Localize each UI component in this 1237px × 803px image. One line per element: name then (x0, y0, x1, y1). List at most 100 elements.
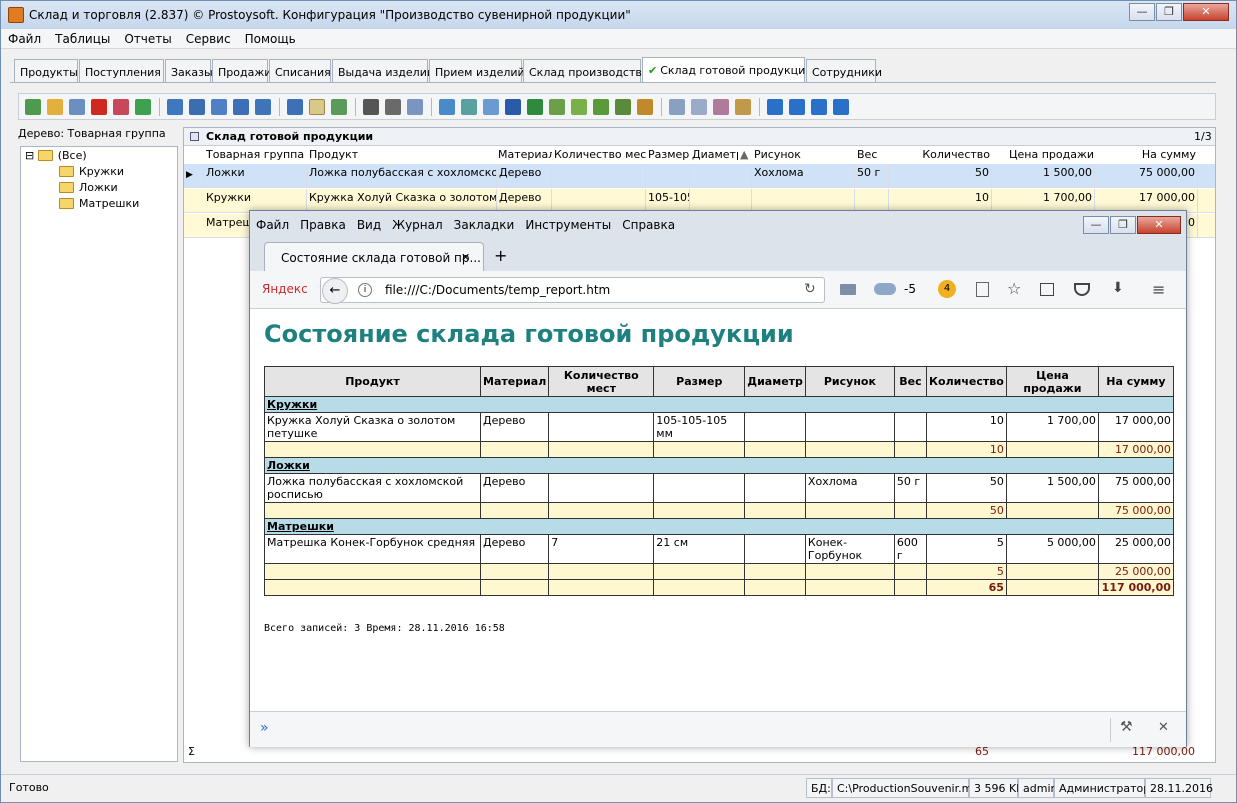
tree-item-mugs[interactable]: Кружки (59, 165, 124, 178)
menu-help[interactable]: Помощь (238, 29, 303, 46)
tree-root[interactable]: ⊟ (Все) (25, 149, 87, 162)
report-group-name[interactable]: Матрешки (264, 518, 1174, 535)
browser-menu-tools[interactable]: Инструменты (519, 218, 616, 232)
col-header-group[interactable]: Товарная группа (206, 148, 306, 164)
last-record-icon[interactable] (833, 99, 849, 115)
browser-minimize-button[interactable]: — (1083, 216, 1109, 234)
col-header-pattern[interactable]: Рисунок (754, 148, 854, 164)
doc-3-icon[interactable] (713, 99, 729, 115)
browser-maximize-button[interactable]: ❐ (1110, 216, 1136, 234)
tab-employees[interactable]: Сотрудники (806, 59, 882, 83)
table-cell[interactable] (552, 164, 646, 188)
filter-icon[interactable] (167, 99, 183, 115)
close-button[interactable]: ✕ (1183, 3, 1229, 21)
delete-all-icon[interactable] (113, 99, 129, 115)
copy-icon[interactable] (69, 99, 85, 115)
col-header-weight[interactable]: Вес (857, 148, 887, 164)
doc-2-icon[interactable] (691, 99, 707, 115)
notification-badge[interactable]: 4 (938, 280, 956, 298)
table-row[interactable]: ▶ Ложки Ложка полубасская с хохломской р… (184, 164, 1215, 188)
col-header-places[interactable]: Количество мест (554, 148, 646, 164)
yandex-logo[interactable]: Яндекс (262, 282, 308, 296)
tab-production-stock[interactable]: Склад производства (523, 59, 649, 83)
col-header-material[interactable]: Материал (498, 148, 552, 164)
table-cell[interactable]: 1 500,00 (992, 164, 1095, 188)
delete-icon[interactable] (91, 99, 107, 115)
tab-receipts[interactable]: Поступления (79, 59, 164, 83)
download-icon[interactable]: ⬇ (1112, 280, 1124, 296)
mail-icon[interactable] (840, 284, 856, 295)
first-record-icon[interactable] (767, 99, 783, 115)
doc-4-icon[interactable] (735, 99, 751, 115)
url-bar[interactable]: file:///C:/Documents/temp_report.htm (320, 277, 825, 303)
doc-1-icon[interactable] (669, 99, 685, 115)
find-icon[interactable] (363, 99, 379, 115)
weather-icon[interactable] (874, 283, 896, 295)
tab-finished-stock[interactable]: ✔ Склад готовой продукции (642, 57, 812, 83)
pocket-icon[interactable] (1074, 283, 1090, 296)
table-cell[interactable]: Ложка полубасская с хохломской росписью (307, 164, 497, 188)
export-7-icon[interactable] (615, 99, 631, 115)
export-3-icon[interactable] (483, 99, 499, 115)
browser-menu-bookmarks[interactable]: Закладки (448, 218, 520, 232)
group-filter-icon[interactable] (287, 99, 303, 115)
menu-tables[interactable]: Таблицы (48, 29, 117, 46)
hamburger-menu-icon[interactable]: ≡ (1152, 280, 1165, 299)
browser-menu-help[interactable]: Справка (616, 218, 680, 232)
table-cell[interactable]: 75 000,00 (1095, 164, 1198, 188)
refresh-icon[interactable] (135, 99, 151, 115)
back-button[interactable]: ← (322, 278, 348, 304)
browser-menu-file[interactable]: Файл (250, 218, 294, 232)
export-4-icon[interactable] (549, 99, 565, 115)
next-record-icon[interactable] (811, 99, 827, 115)
page-action-icon[interactable] (976, 282, 989, 297)
menu-service[interactable]: Сервис (179, 29, 238, 46)
tab-orders[interactable]: Заказы (165, 59, 213, 83)
tab-sales[interactable]: Продажи (212, 59, 271, 83)
tab-issue[interactable]: Выдача изделий (332, 59, 434, 83)
export-6-icon[interactable] (593, 99, 609, 115)
table-cell[interactable] (690, 164, 752, 188)
collapse-icon[interactable]: ⊟ (25, 149, 34, 162)
table-cell[interactable] (646, 164, 690, 188)
menu-file[interactable]: Файл (1, 29, 48, 46)
col-header-size[interactable]: Размер (648, 148, 690, 164)
table-cell[interactable]: 50 г (855, 164, 889, 188)
tab-writeoffs[interactable]: Списания (269, 59, 331, 83)
table-cell[interactable]: 50 (889, 164, 992, 188)
report-group-name[interactable]: Кружки (264, 396, 1174, 413)
browser-menu-history[interactable]: Журнал (386, 218, 448, 232)
export-2-icon[interactable] (461, 99, 477, 115)
export-1-icon[interactable] (439, 99, 455, 115)
maximize-button[interactable]: ❐ (1156, 3, 1182, 21)
export-excel-icon[interactable] (527, 99, 543, 115)
tree-toggle-icon[interactable] (309, 99, 325, 115)
filter-clear-icon[interactable] (189, 99, 205, 115)
export-word-icon[interactable] (505, 99, 521, 115)
info-icon[interactable]: i (358, 283, 372, 297)
add-icon[interactable] (25, 99, 41, 115)
expand-sidebar-icon[interactable]: » (260, 720, 269, 736)
browser-menu-edit[interactable]: Правка (294, 218, 351, 232)
browser-menu-view[interactable]: Вид (351, 218, 386, 232)
table-cell[interactable]: Хохлома (752, 164, 855, 188)
report-group-name[interactable]: Ложки (264, 457, 1174, 474)
tree-item-matryoshka[interactable]: Матрешки (59, 197, 139, 210)
print-icon[interactable] (385, 99, 401, 115)
filter-remove-icon[interactable] (211, 99, 227, 115)
edit-icon[interactable] (47, 99, 63, 115)
prev-record-icon[interactable] (789, 99, 805, 115)
close-bar-icon[interactable]: ✕ (1158, 720, 1169, 735)
tab-close-icon[interactable]: ✕ (461, 251, 470, 264)
filter-advanced-icon[interactable] (255, 99, 271, 115)
filter-field-icon[interactable] (233, 99, 249, 115)
url-text[interactable]: file:///C:/Documents/temp_report.htm (385, 283, 610, 297)
col-header-product[interactable]: Продукт (309, 148, 497, 164)
export-5-icon[interactable] (571, 99, 587, 115)
menu-reports[interactable]: Отчеты (117, 29, 178, 46)
tab-intake[interactable]: Прием изделий (429, 59, 525, 83)
table-cell[interactable]: Ложки (204, 164, 307, 188)
col-header-qty[interactable]: Количество (890, 148, 990, 164)
col-header-sum[interactable]: На сумму (1096, 148, 1196, 164)
reading-list-icon[interactable] (1040, 283, 1054, 296)
